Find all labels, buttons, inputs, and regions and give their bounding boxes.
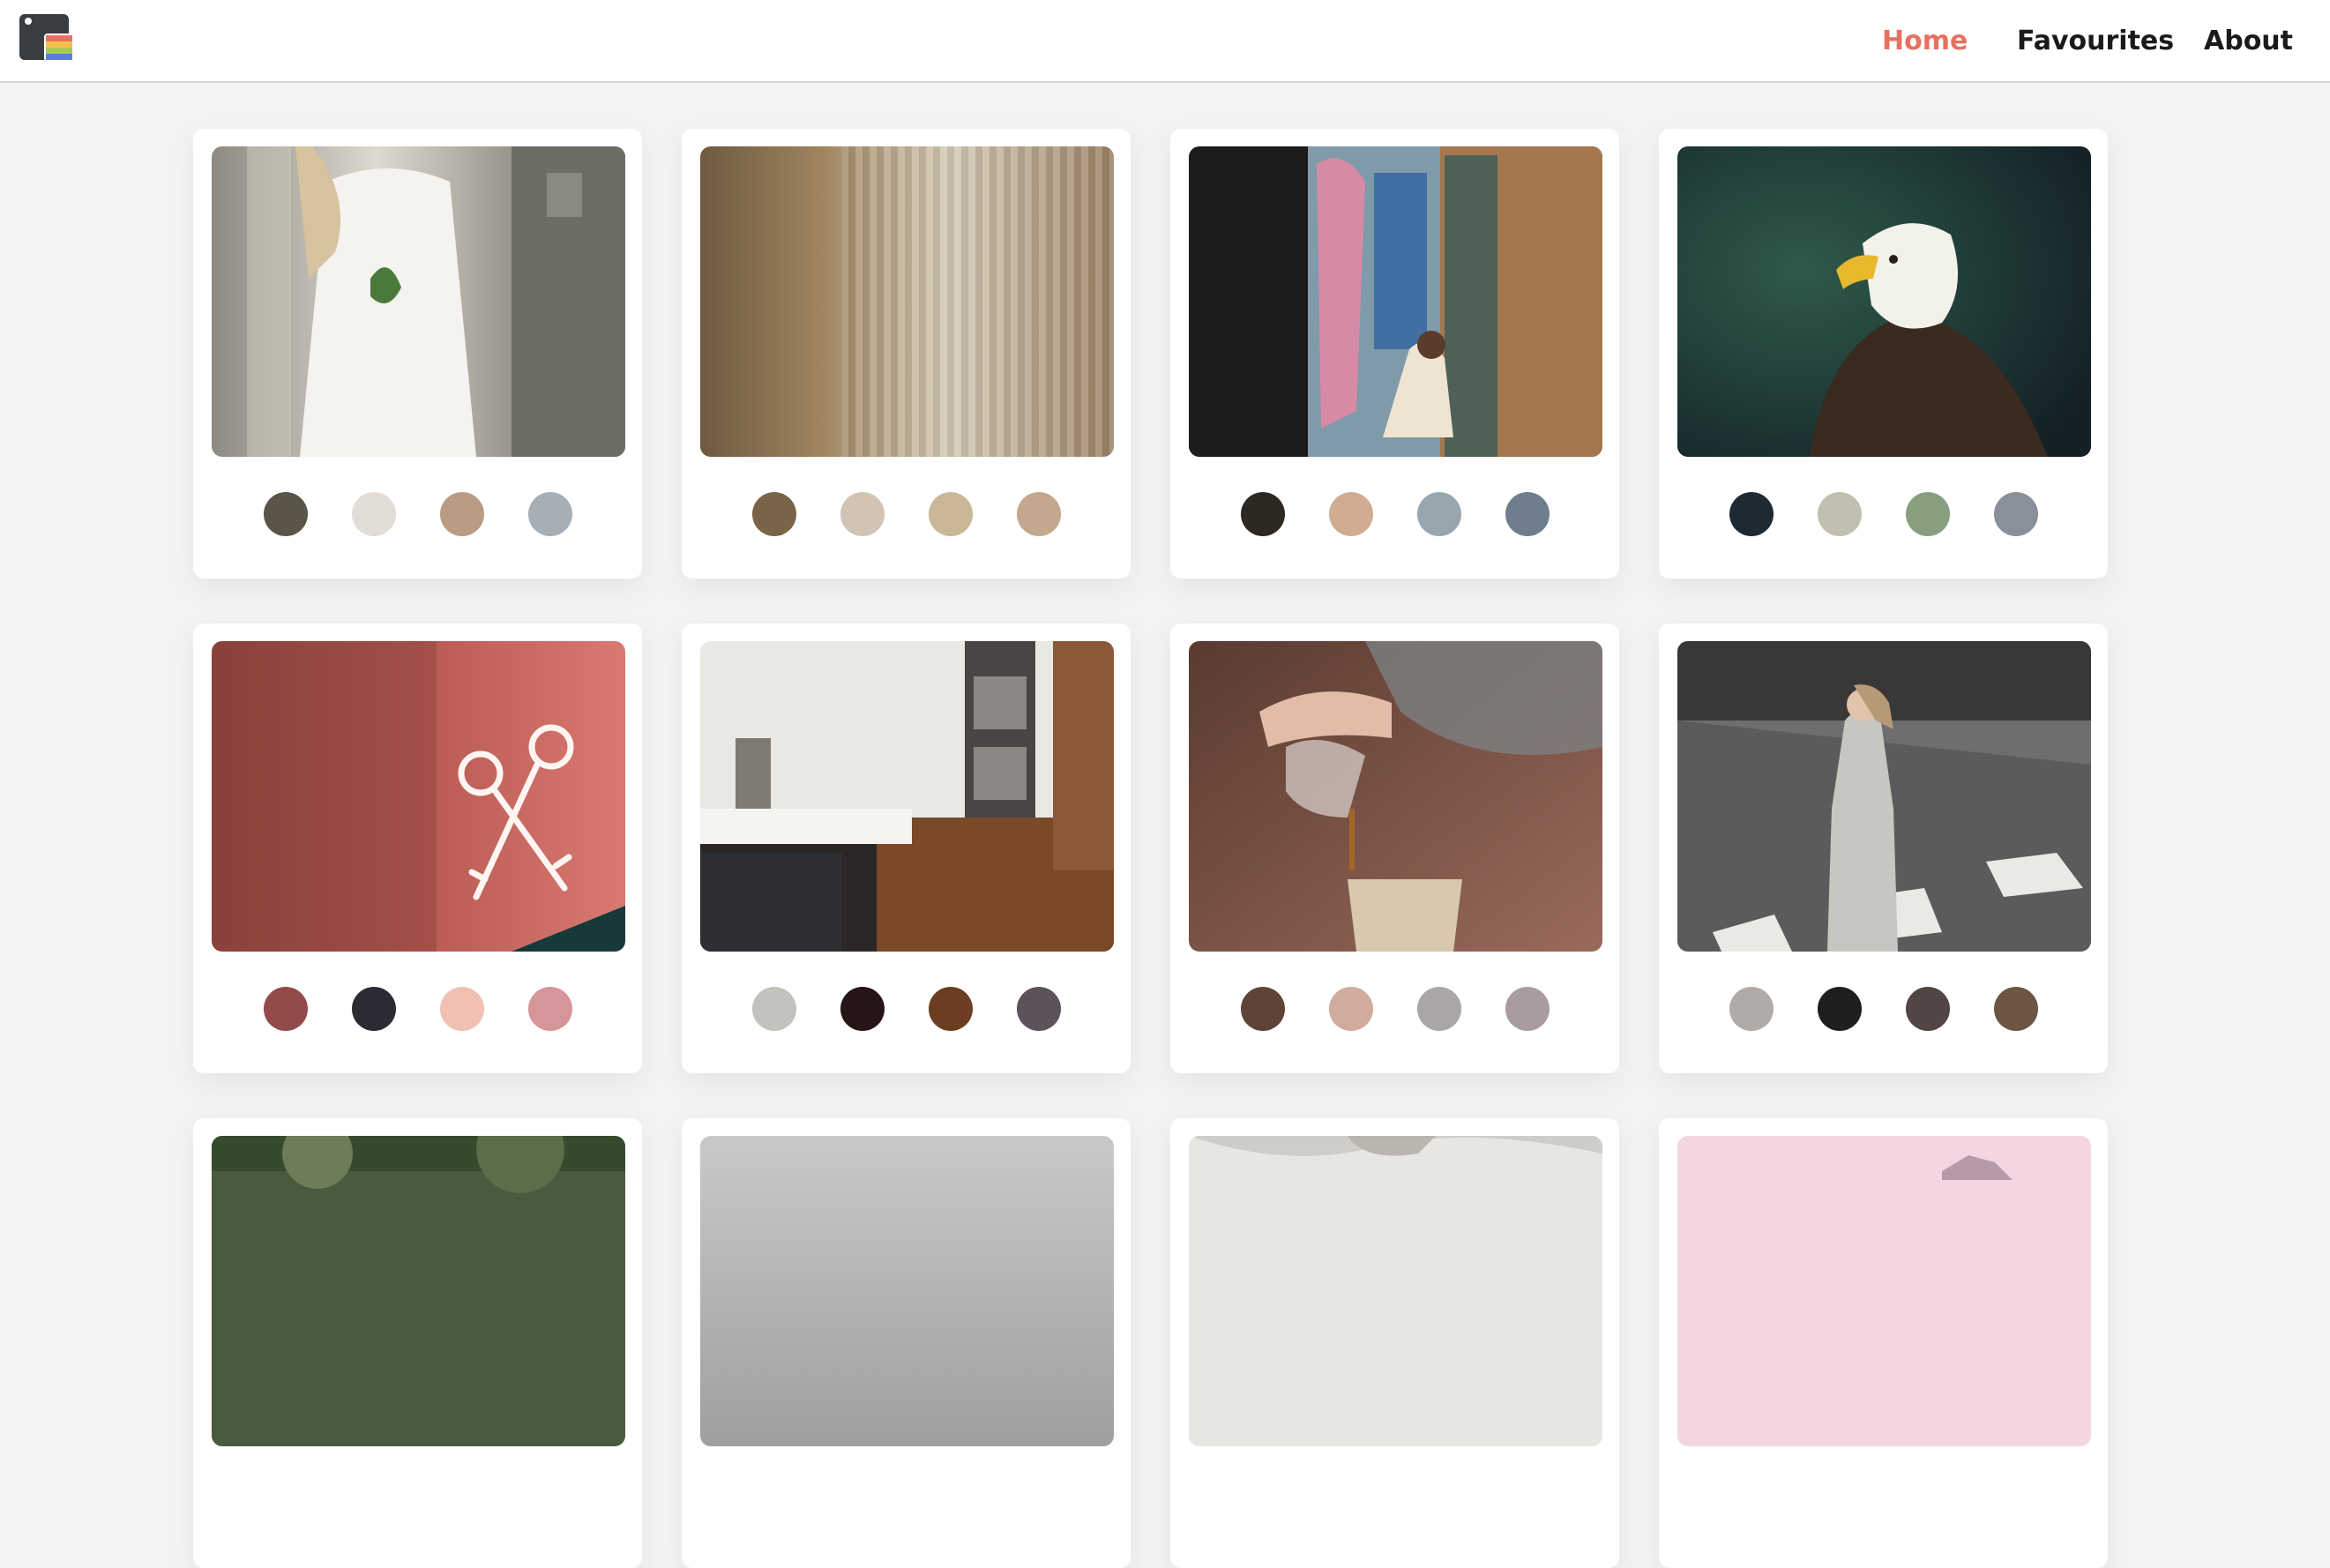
card-photo[interactable] xyxy=(1677,641,2091,952)
color-swatches xyxy=(1659,492,2108,536)
color-swatch[interactable] xyxy=(1505,492,1550,536)
palette-card[interactable] xyxy=(682,129,1131,579)
color-swatches xyxy=(1170,987,1619,1031)
palette-card[interactable] xyxy=(1170,1118,1619,1568)
color-swatch[interactable] xyxy=(440,492,484,536)
color-swatches xyxy=(682,987,1131,1031)
color-swatch[interactable] xyxy=(1994,492,2038,536)
color-swatch[interactable] xyxy=(1818,987,1862,1031)
color-swatch[interactable] xyxy=(1017,987,1061,1031)
color-swatch[interactable] xyxy=(440,987,484,1031)
card-photo[interactable] xyxy=(1677,146,2091,457)
color-swatch[interactable] xyxy=(1017,492,1061,536)
color-swatch[interactable] xyxy=(1505,987,1550,1031)
color-swatch[interactable] xyxy=(528,492,572,536)
color-swatch[interactable] xyxy=(1241,987,1285,1031)
palette-card[interactable] xyxy=(682,623,1131,1073)
color-swatch[interactable] xyxy=(1994,987,2038,1031)
card-photo[interactable] xyxy=(212,1136,625,1446)
color-swatch[interactable] xyxy=(352,987,396,1031)
color-swatch[interactable] xyxy=(929,492,973,536)
color-swatches xyxy=(1659,987,2108,1031)
palette-card[interactable] xyxy=(193,129,642,579)
nav-home-link[interactable]: Home xyxy=(1882,0,1968,81)
nav-favourites-link[interactable]: Favourites xyxy=(2017,0,2174,81)
palette-window-icon[interactable] xyxy=(19,14,76,63)
palette-card[interactable] xyxy=(682,1118,1131,1568)
color-swatch[interactable] xyxy=(840,987,885,1031)
color-swatch[interactable] xyxy=(264,492,308,536)
card-photo[interactable] xyxy=(212,641,625,952)
color-swatch[interactable] xyxy=(1818,492,1862,536)
nav-about-link[interactable]: About xyxy=(2204,0,2293,81)
color-swatch[interactable] xyxy=(1417,987,1461,1031)
palette-card[interactable] xyxy=(1170,623,1619,1073)
card-photo[interactable] xyxy=(1189,146,1602,457)
card-photo[interactable] xyxy=(1189,641,1602,952)
color-swatch[interactable] xyxy=(752,492,796,536)
color-swatch[interactable] xyxy=(1906,492,1950,536)
palette-card[interactable] xyxy=(1659,623,2108,1073)
palette-card[interactable] xyxy=(1170,129,1619,579)
color-swatch[interactable] xyxy=(1729,492,1774,536)
color-swatch[interactable] xyxy=(1241,492,1285,536)
color-swatches xyxy=(193,987,642,1031)
palette-card[interactable] xyxy=(193,623,642,1073)
card-photo[interactable] xyxy=(700,146,1114,457)
color-swatch[interactable] xyxy=(1329,987,1373,1031)
color-swatch[interactable] xyxy=(752,987,796,1031)
color-swatch[interactable] xyxy=(1906,987,1950,1031)
palette-card[interactable] xyxy=(1659,1118,2108,1568)
color-swatch[interactable] xyxy=(264,987,308,1031)
palette-card[interactable] xyxy=(193,1118,642,1568)
color-swatches xyxy=(193,492,642,536)
color-swatch[interactable] xyxy=(528,987,572,1031)
card-photo[interactable] xyxy=(212,146,625,457)
color-swatch[interactable] xyxy=(840,492,885,536)
top-bar: Home Favourites About xyxy=(0,0,2330,83)
card-photo[interactable] xyxy=(700,641,1114,952)
color-swatch[interactable] xyxy=(352,492,396,536)
card-photo[interactable] xyxy=(1677,1136,2091,1446)
card-photo[interactable] xyxy=(1189,1136,1602,1446)
color-swatch[interactable] xyxy=(1329,492,1373,536)
color-swatch[interactable] xyxy=(1417,492,1461,536)
color-swatches xyxy=(1170,492,1619,536)
palette-card[interactable] xyxy=(1659,129,2108,579)
color-swatch[interactable] xyxy=(1729,987,1774,1031)
card-photo[interactable] xyxy=(700,1136,1114,1446)
color-swatch[interactable] xyxy=(929,987,973,1031)
color-swatches xyxy=(682,492,1131,536)
